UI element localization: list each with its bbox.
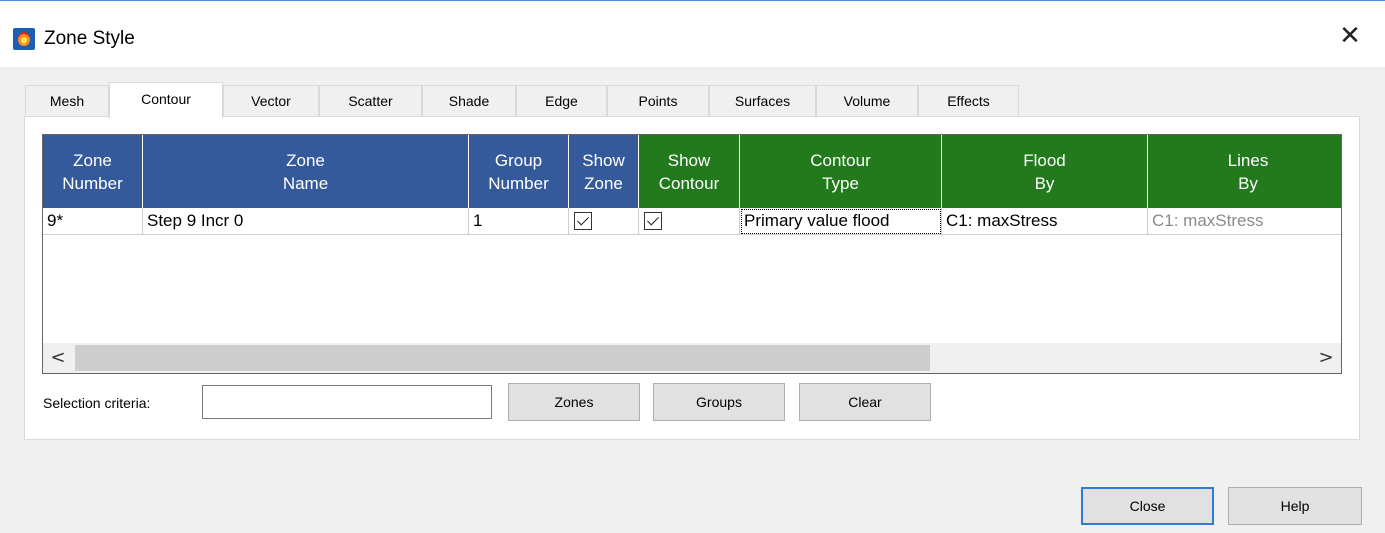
tab-contour[interactable]: Contour xyxy=(109,82,223,118)
clear-button[interactable]: Clear xyxy=(799,383,931,421)
col-header-zone-name[interactable]: Zone Name xyxy=(143,135,469,208)
header-line: Number xyxy=(488,173,549,193)
header-line: Lines xyxy=(1227,150,1269,170)
col-header-show-contour[interactable]: Show Contour xyxy=(639,135,740,208)
header-line: Contour xyxy=(810,150,871,170)
contour-tab-panel: Zone Number Zone Name Group Number Show … xyxy=(24,116,1360,440)
horizontal-scrollbar[interactable]: < > xyxy=(43,343,1341,373)
scrollbar-thumb[interactable] xyxy=(75,345,930,371)
col-header-flood-by[interactable]: Flood By xyxy=(942,135,1148,208)
tecplot-app-icon xyxy=(13,28,35,50)
zones-button[interactable]: Zones xyxy=(508,383,640,421)
header-line: Name xyxy=(282,173,329,193)
zone-style-dialog: Zone Style ✕ Mesh Contour Vector Scatter… xyxy=(0,0,1385,533)
tab-effects[interactable]: Effects xyxy=(918,85,1019,117)
cell-zone-name[interactable]: Step 9 Incr 0 xyxy=(143,208,469,235)
tab-surfaces[interactable]: Surfaces xyxy=(709,85,816,117)
selection-criteria-input[interactable] xyxy=(202,385,492,419)
close-icon[interactable]: ✕ xyxy=(1335,21,1365,51)
show-contour-checkbox[interactable] xyxy=(644,212,662,230)
cell-show-zone[interactable] xyxy=(569,208,639,235)
header-line: Type xyxy=(822,173,859,193)
header-line: Zone xyxy=(73,150,112,170)
header-line: By xyxy=(1238,173,1258,193)
tab-edge[interactable]: Edge xyxy=(516,85,607,117)
selection-criteria-label: Selection criteria: xyxy=(43,395,151,411)
show-zone-checkbox[interactable] xyxy=(574,212,592,230)
col-header-show-zone[interactable]: Show Zone xyxy=(569,135,639,208)
header-line: Flood xyxy=(1023,150,1066,170)
header-line: Show xyxy=(667,150,711,170)
header-line: Zone xyxy=(584,173,623,193)
cell-contour-type[interactable]: Primary value flood xyxy=(740,208,942,235)
col-header-group-number[interactable]: Group Number xyxy=(469,135,569,208)
close-button[interactable]: Close xyxy=(1081,487,1214,525)
dialog-title: Zone Style xyxy=(44,28,135,49)
scroll-right-icon[interactable]: > xyxy=(1311,343,1341,373)
header-line: Zone xyxy=(286,150,325,170)
col-header-zone-number[interactable]: Zone Number xyxy=(43,135,143,208)
cell-zone-number[interactable]: 9* xyxy=(43,208,143,235)
cell-lines-by[interactable]: C1: maxStress xyxy=(1148,208,1341,235)
header-line: Contour xyxy=(658,173,720,193)
header-line: Group xyxy=(494,150,543,170)
cell-flood-by[interactable]: C1: maxStress xyxy=(942,208,1148,235)
tab-points[interactable]: Points xyxy=(607,85,709,117)
tab-scatter[interactable]: Scatter xyxy=(319,85,422,117)
cell-group-number[interactable]: 1 xyxy=(469,208,569,235)
col-header-contour-type[interactable]: Contour Type xyxy=(740,135,942,208)
header-line: Show xyxy=(582,150,625,170)
cell-show-contour[interactable] xyxy=(639,208,740,235)
header-line: By xyxy=(1034,173,1055,193)
col-header-lines-by[interactable]: Lines By xyxy=(1148,135,1341,208)
tab-volume[interactable]: Volume xyxy=(816,85,918,117)
tab-shade[interactable]: Shade xyxy=(422,85,516,117)
header-line: Number xyxy=(62,173,123,193)
zone-grid: Zone Number Zone Name Group Number Show … xyxy=(42,134,1342,374)
tab-mesh[interactable]: Mesh xyxy=(25,85,109,117)
help-button[interactable]: Help xyxy=(1228,487,1362,525)
title-bar: Zone Style ✕ xyxy=(0,1,1385,67)
tab-vector[interactable]: Vector xyxy=(223,85,319,117)
groups-button[interactable]: Groups xyxy=(653,383,785,421)
scroll-left-icon[interactable]: < xyxy=(43,343,73,373)
